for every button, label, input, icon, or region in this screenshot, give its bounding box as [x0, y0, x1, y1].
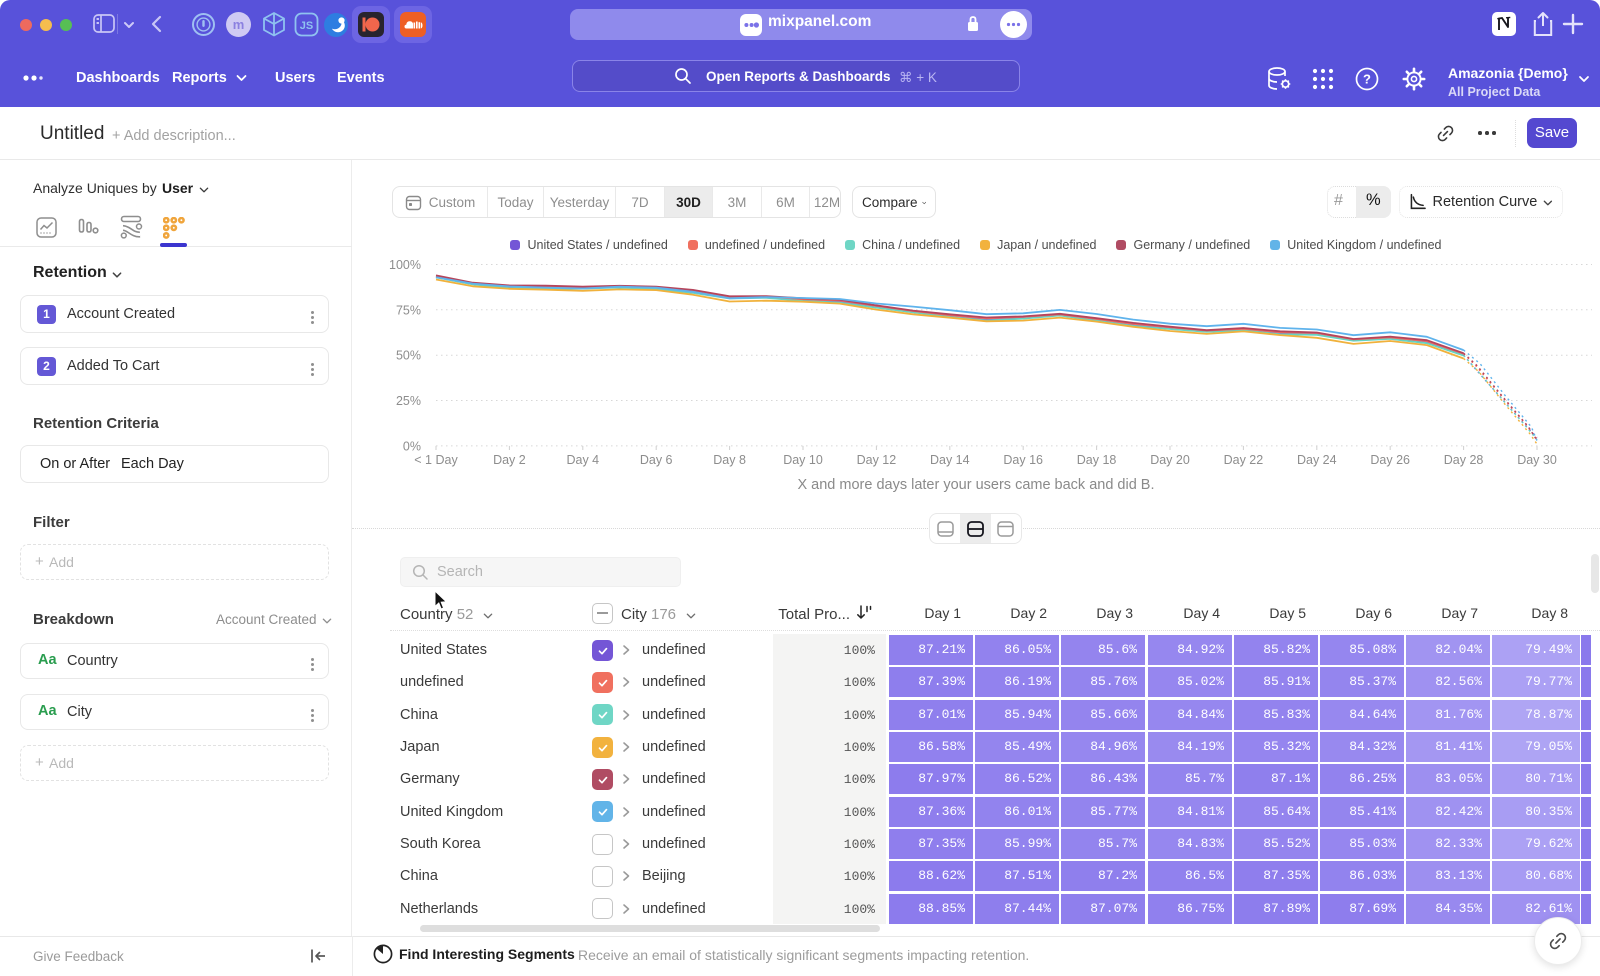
svg-text:?: ?	[1363, 72, 1371, 87]
svg-text:Day 8: Day 8	[713, 453, 746, 467]
svg-text:Day 2: Day 2	[493, 453, 526, 467]
svg-text:75%: 75%	[396, 303, 421, 317]
svg-text:Day 20: Day 20	[1150, 453, 1190, 467]
svg-text:0%: 0%	[403, 439, 421, 453]
svg-text:Day 26: Day 26	[1370, 453, 1410, 467]
svg-text:Day 22: Day 22	[1224, 453, 1264, 467]
svg-text:Day 4: Day 4	[566, 453, 599, 467]
svg-text:50%: 50%	[396, 349, 421, 363]
svg-text:100%: 100%	[389, 258, 421, 272]
svg-text:Day 14: Day 14	[930, 453, 970, 467]
svg-text:Day 18: Day 18	[1077, 453, 1117, 467]
svg-text:Day 6: Day 6	[640, 453, 673, 467]
svg-text:25%: 25%	[396, 394, 421, 408]
svg-text:Day 30: Day 30	[1517, 453, 1557, 467]
svg-text:Day 10: Day 10	[783, 453, 823, 467]
svg-text:Day 16: Day 16	[1003, 453, 1043, 467]
svg-text:JS: JS	[300, 20, 313, 32]
svg-text:Day 24: Day 24	[1297, 453, 1337, 467]
svg-text:Day 28: Day 28	[1444, 453, 1484, 467]
svg-text:< 1 Day: < 1 Day	[414, 453, 458, 467]
svg-text:Day 12: Day 12	[857, 453, 897, 467]
